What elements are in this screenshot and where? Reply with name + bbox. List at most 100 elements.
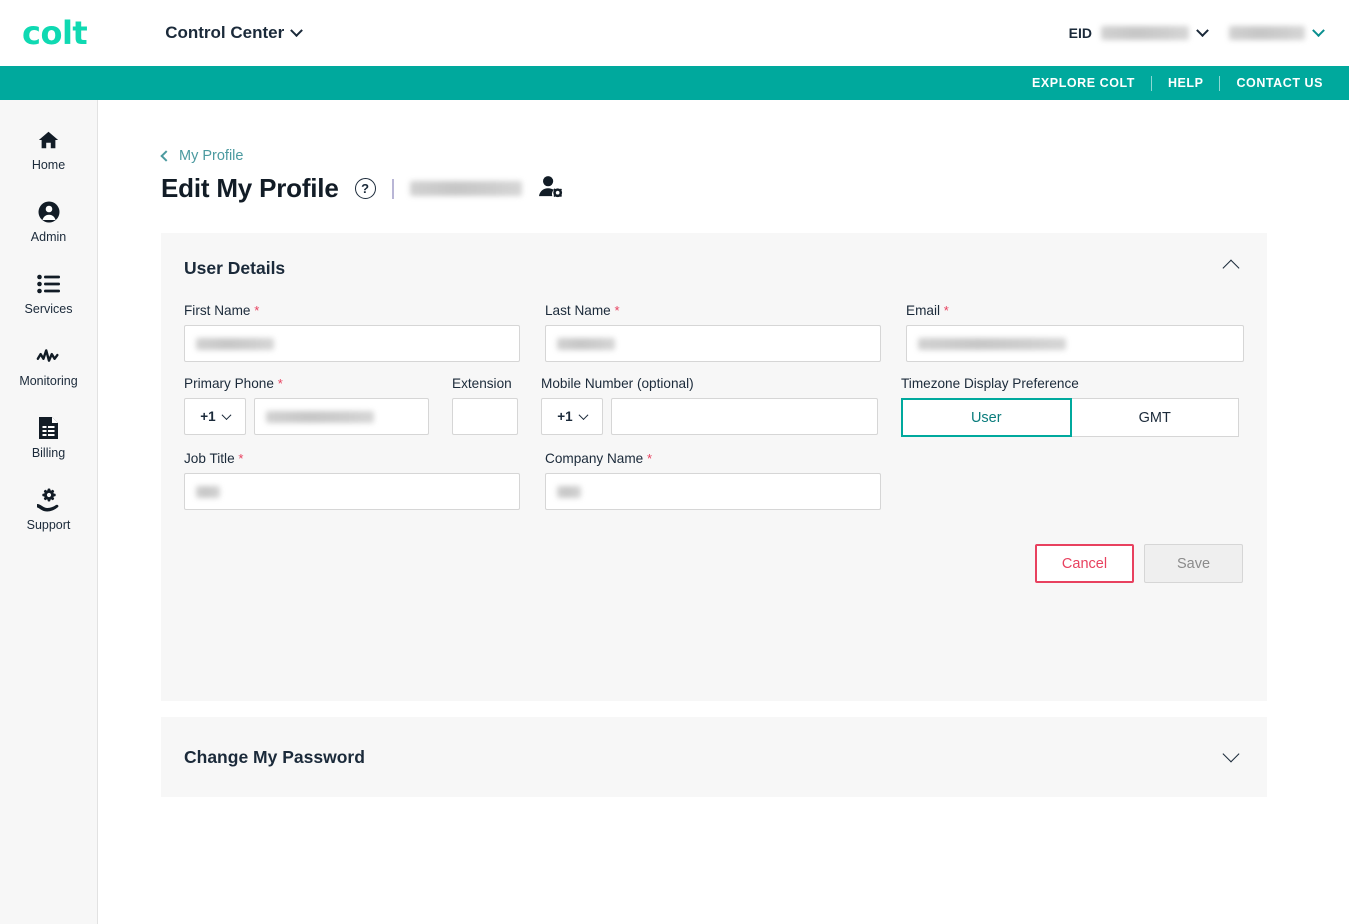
invoice-icon	[38, 416, 59, 440]
nav-help[interactable]: HELP	[1168, 76, 1204, 90]
top-bar: colt Control Center EID	[0, 0, 1349, 66]
timezone-group: Timezone Display Preference User GMT	[901, 376, 1239, 437]
sidebar-item-label: Support	[26, 518, 71, 532]
email-label: Email *	[906, 303, 949, 318]
user-name-redacted	[409, 181, 522, 196]
primary-phone-value-redacted	[266, 410, 374, 423]
job-title-input[interactable]	[184, 473, 520, 510]
account-value-redacted	[1229, 26, 1305, 40]
chevron-down-icon	[290, 23, 304, 37]
mobile-number-input[interactable]	[611, 398, 878, 435]
first-name-group: First Name *	[184, 303, 520, 362]
save-button[interactable]: Save	[1144, 544, 1243, 583]
chevron-left-icon	[160, 150, 172, 162]
secondary-nav-bar: EXPLORE COLT HELP CONTACT US	[0, 66, 1349, 100]
support-hand-icon	[36, 488, 62, 512]
eid-value-redacted	[1101, 26, 1189, 40]
company-name-value-redacted	[557, 485, 581, 498]
company-name-label: Company Name *	[545, 451, 653, 466]
breadcrumb[interactable]: My Profile	[160, 148, 244, 164]
sidebar-item-home[interactable]: Home	[0, 114, 97, 186]
job-title-group: Job Title *	[184, 451, 520, 510]
sidebar-item-label: Admin	[30, 230, 67, 244]
chevron-up-icon[interactable]	[1222, 259, 1240, 277]
sidebar-item-monitoring[interactable]: Monitoring	[0, 330, 97, 402]
timezone-option-gmt[interactable]: GMT	[1071, 398, 1239, 437]
last-name-input[interactable]	[545, 325, 881, 362]
user-circle-icon	[37, 200, 61, 224]
cancel-button[interactable]: Cancel	[1035, 544, 1134, 583]
email-input[interactable]	[906, 325, 1244, 362]
nav-divider	[1219, 75, 1221, 91]
breadcrumb-label: My Profile	[179, 148, 244, 164]
extension-input[interactable]	[452, 398, 518, 435]
first-name-input[interactable]	[184, 325, 520, 362]
last-name-label: Last Name *	[545, 303, 620, 318]
primary-phone-label: Primary Phone *	[184, 376, 283, 391]
home-icon	[37, 128, 60, 152]
sidebar-item-label: Monitoring	[19, 374, 78, 388]
chevron-down-icon	[1312, 23, 1325, 37]
eid-dropdown[interactable]: EID	[1068, 23, 1209, 41]
nav-explore-colt[interactable]: EXPLORE COLT	[1032, 76, 1135, 90]
page-header: Edit My Profile ?	[161, 173, 563, 204]
mobile-country-code-select[interactable]: +1	[541, 398, 603, 435]
sidebar-item-label: Home	[31, 158, 66, 172]
primary-phone-group: Primary Phone * +1	[184, 376, 429, 437]
nav-divider	[1150, 75, 1152, 91]
email-group: Email *	[906, 303, 1244, 362]
sidebar-item-label: Services	[24, 302, 73, 316]
extension-label: Extension	[452, 376, 512, 391]
sidebar-item-admin[interactable]: Admin	[0, 186, 97, 258]
company-name-group: Company Name *	[545, 451, 881, 510]
user-settings-icon[interactable]	[538, 175, 563, 203]
sidebar-item-services[interactable]: Services	[0, 258, 97, 330]
change-password-title: Change My Password	[184, 746, 365, 767]
eid-label: EID	[1068, 25, 1092, 41]
left-sidebar: Home Admin Services Monitoring Billing S…	[0, 100, 98, 924]
primary-phone-country-code-select[interactable]: +1	[184, 398, 246, 435]
app-switcher-dropdown[interactable]: Control Center	[165, 23, 304, 43]
user-details-header[interactable]: User Details	[161, 233, 1267, 303]
company-name-input[interactable]	[545, 473, 881, 510]
app-page: colt Control Center EID EXPLORE COLT HEL…	[0, 0, 1349, 924]
required-marker: *	[943, 303, 949, 318]
job-title-value-redacted	[196, 485, 220, 498]
timezone-option-user[interactable]: User	[901, 398, 1072, 437]
required-marker: *	[614, 303, 620, 318]
form-actions: Cancel Save	[184, 544, 1244, 583]
main-content: My Profile Edit My Profile ? User Detail…	[99, 100, 1349, 924]
first-name-label: First Name *	[184, 303, 260, 318]
chevron-down-icon[interactable]	[1222, 745, 1240, 763]
required-marker: *	[254, 303, 260, 318]
account-dropdown[interactable]	[1229, 23, 1325, 40]
sidebar-item-billing[interactable]: Billing	[0, 402, 97, 474]
user-details-title: User Details	[184, 257, 286, 278]
colt-logo[interactable]: colt	[22, 17, 88, 49]
nav-contact-us[interactable]: CONTACT US	[1236, 76, 1323, 90]
chevron-down-icon	[1196, 23, 1209, 37]
user-details-body: First Name * Last Name * Email * Primary…	[161, 303, 1267, 583]
country-code-value: +1	[557, 409, 573, 424]
header-divider	[391, 178, 394, 199]
user-details-card: User Details First Name * Last Name * Em…	[161, 233, 1267, 701]
extension-group: Extension	[452, 376, 518, 437]
country-code-value: +1	[200, 409, 216, 424]
sidebar-item-label: Billing	[31, 446, 66, 460]
sidebar-item-support[interactable]: Support	[0, 474, 97, 546]
first-name-value-redacted	[196, 337, 274, 350]
timezone-label: Timezone Display Preference	[901, 376, 1079, 391]
change-password-header[interactable]: Change My Password	[161, 717, 1267, 797]
chevron-down-icon	[578, 410, 589, 421]
job-title-label: Job Title *	[184, 451, 244, 466]
form-row-names: First Name * Last Name * Email *	[184, 303, 1244, 362]
top-bar-right: EID	[1068, 23, 1325, 41]
mobile-number-group: Mobile Number (optional) +1	[541, 376, 878, 437]
form-row-job: Job Title * Company Name *	[184, 451, 1244, 510]
app-switcher-label: Control Center	[165, 23, 285, 42]
help-icon[interactable]: ?	[354, 178, 376, 199]
email-value-redacted	[918, 337, 1066, 350]
primary-phone-input[interactable]	[254, 398, 429, 435]
required-marker: *	[277, 376, 283, 391]
form-row-phone: Primary Phone * +1 Extension Mobile Numb…	[184, 376, 1244, 437]
